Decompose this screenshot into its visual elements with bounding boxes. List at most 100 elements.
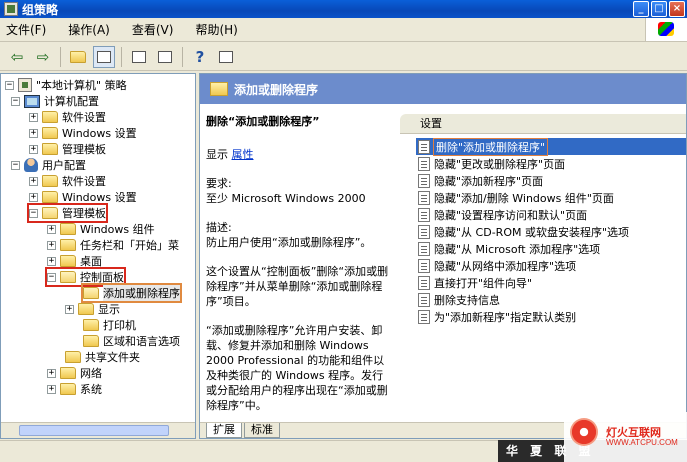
menu-help[interactable]: 帮助(H) bbox=[195, 21, 237, 38]
toolbar-separator bbox=[60, 46, 61, 67]
column-header-setting[interactable]: 设置 bbox=[400, 114, 686, 134]
tree-system[interactable]: + 系统 bbox=[47, 381, 102, 397]
folder-icon bbox=[83, 335, 99, 347]
scrollbar-thumb[interactable] bbox=[19, 425, 169, 436]
list-item[interactable]: 隐藏"设置程序访问和默认"页面 bbox=[416, 206, 686, 223]
tree-user-config[interactable]: − 用户配置 bbox=[11, 157, 86, 173]
folder-icon bbox=[65, 351, 81, 363]
tree-label: 网络 bbox=[80, 367, 102, 380]
expand-icon[interactable]: + bbox=[29, 128, 38, 138]
list-item[interactable]: 隐藏"添加新程序"页面 bbox=[416, 172, 686, 189]
back-arrow-icon[interactable]: ⇦ bbox=[6, 46, 28, 68]
menu-view[interactable]: 查看(V) bbox=[132, 21, 174, 38]
tree-display[interactable]: + 显示 bbox=[65, 301, 120, 317]
up-folder-icon[interactable] bbox=[67, 46, 89, 68]
list-item[interactable]: 隐藏"从 CD-ROM 或软盘安装程序"选项 bbox=[416, 223, 686, 240]
expand-icon[interactable]: + bbox=[47, 240, 56, 250]
view-icon[interactable] bbox=[215, 46, 237, 68]
tree-uc-admin[interactable]: − 管理模板 bbox=[27, 203, 108, 223]
tree-printers[interactable]: 打印机 bbox=[83, 317, 136, 333]
expand-icon[interactable]: + bbox=[65, 304, 74, 314]
expand-icon[interactable]: + bbox=[29, 176, 38, 186]
list-item[interactable]: 隐藏"更改或删除程序"页面 bbox=[416, 155, 686, 172]
tree-add-remove-programs[interactable]: 添加或删除程序 bbox=[81, 283, 182, 303]
tree-label: 系统 bbox=[80, 383, 102, 396]
menu-bar: 文件(F) 操作(A) 查看(V) 帮助(H) bbox=[0, 18, 687, 42]
list-item[interactable]: 为"添加新程序"指定默认类别 bbox=[416, 308, 686, 325]
settings-list: 设置 删除"添加或删除程序" 隐藏"更改或删除程序"页面 隐藏"添加新程序"页面… bbox=[400, 104, 686, 422]
policy-setting-icon bbox=[418, 224, 430, 239]
tab-extended[interactable]: 扩展 bbox=[206, 423, 242, 438]
policy-setting-icon bbox=[418, 292, 430, 307]
help-icon[interactable]: ? bbox=[189, 46, 211, 68]
policy-setting-icon bbox=[418, 275, 430, 290]
expand-icon[interactable]: + bbox=[29, 192, 38, 202]
tree-root[interactable]: − "本地计算机" 策略 bbox=[5, 77, 127, 93]
properties-icon[interactable] bbox=[128, 46, 150, 68]
tree-label: 桌面 bbox=[80, 255, 102, 268]
expand-icon[interactable]: + bbox=[29, 112, 38, 122]
expand-icon[interactable]: + bbox=[29, 144, 38, 154]
forward-arrow-icon[interactable]: ⇨ bbox=[32, 46, 54, 68]
collapse-icon[interactable]: − bbox=[29, 208, 38, 218]
computer-icon bbox=[24, 94, 40, 108]
expand-icon[interactable]: + bbox=[47, 368, 56, 378]
maximize-button[interactable]: □ bbox=[651, 1, 667, 17]
toolbar-separator bbox=[182, 46, 183, 67]
expand-icon[interactable]: + bbox=[47, 256, 56, 266]
description-para3: “添加或删除程序”允许用户安装、卸载、修复并添加和删除 Windows 2000… bbox=[206, 324, 388, 412]
tree-cc-windows[interactable]: + Windows 设置 bbox=[29, 125, 137, 141]
list-item[interactable]: 删除支持信息 bbox=[416, 291, 686, 308]
policy-setting-icon bbox=[418, 207, 430, 222]
list-item[interactable]: 隐藏"添加/删除 Windows 组件"页面 bbox=[416, 189, 686, 206]
collapse-icon[interactable]: − bbox=[11, 160, 20, 170]
tree-computer-config[interactable]: − 计算机配置 bbox=[11, 93, 99, 109]
properties-link[interactable]: 属性 bbox=[232, 148, 254, 161]
list-item[interactable]: 直接打开"组件向导" bbox=[416, 274, 686, 291]
menu-file[interactable]: 文件(F) bbox=[6, 21, 46, 38]
tree-windows-components[interactable]: + Windows 组件 bbox=[47, 221, 155, 237]
tree-taskbar[interactable]: + 任务栏和「开始」菜 bbox=[47, 237, 179, 253]
expand-icon[interactable]: + bbox=[47, 384, 56, 394]
collapse-icon[interactable]: − bbox=[47, 272, 56, 282]
tree-network[interactable]: + 网络 bbox=[47, 365, 102, 381]
list-item[interactable]: 隐藏"从网络中添加程序"选项 bbox=[416, 257, 686, 274]
tree-cc-software[interactable]: + 软件设置 bbox=[29, 109, 106, 125]
folder-icon bbox=[60, 255, 76, 267]
menu-action[interactable]: 操作(A) bbox=[68, 21, 110, 38]
tree-shared-folders[interactable]: 共享文件夹 bbox=[65, 349, 140, 365]
minimize-button[interactable]: _ bbox=[633, 1, 649, 17]
watermark-site-url: WWW.ATCPU.COM bbox=[606, 438, 678, 447]
tree-desktop[interactable]: + 桌面 bbox=[47, 253, 102, 269]
description-panel: 删除“添加或删除程序” 显示 属性 要求: 至少 Microsoft Windo… bbox=[200, 104, 400, 422]
window-title: 组策略 bbox=[22, 2, 59, 17]
collapse-icon[interactable]: − bbox=[5, 80, 14, 90]
tree-uc-software[interactable]: + 软件设置 bbox=[29, 173, 106, 189]
folder-icon bbox=[60, 383, 76, 395]
tree-control-panel[interactable]: − 控制面板 bbox=[45, 267, 126, 287]
tree-cc-admin[interactable]: + 管理模板 bbox=[29, 141, 106, 157]
tree-label: 区域和语言选项 bbox=[103, 335, 180, 348]
list-item[interactable]: 隐藏"从 Microsoft 添加程序"选项 bbox=[416, 240, 686, 257]
policy-setting-icon bbox=[418, 156, 430, 171]
tree-uc-windows[interactable]: + Windows 设置 bbox=[29, 189, 137, 205]
policy-setting-icon bbox=[418, 173, 430, 188]
export-list-icon[interactable] bbox=[154, 46, 176, 68]
tree-label: 任务栏和「开始」菜 bbox=[80, 239, 179, 252]
expand-icon[interactable]: + bbox=[47, 224, 56, 234]
list-item[interactable]: 删除"添加或删除程序" bbox=[416, 137, 686, 156]
tree-label: Windows 设置 bbox=[62, 127, 137, 140]
tree-label: Windows 组件 bbox=[80, 223, 155, 236]
tree-label: 计算机配置 bbox=[44, 95, 99, 108]
tab-standard[interactable]: 标准 bbox=[244, 423, 280, 438]
show-hide-tree-icon[interactable] bbox=[93, 45, 115, 68]
tree-label: 用户配置 bbox=[42, 159, 86, 172]
horizontal-scrollbar[interactable] bbox=[1, 422, 195, 438]
collapse-icon[interactable]: − bbox=[11, 96, 20, 106]
requirements-value: 至少 Microsoft Windows 2000 bbox=[206, 192, 366, 205]
close-button[interactable]: × bbox=[669, 1, 685, 17]
toolbar-separator bbox=[121, 46, 122, 67]
tree-regional[interactable]: 区域和语言选项 bbox=[83, 333, 180, 349]
description-para2: 这个设置从“控制面板”删除“添加或删除程序”并从菜单删除“添加或删除程序”项目。 bbox=[206, 265, 389, 308]
user-icon bbox=[24, 158, 38, 172]
